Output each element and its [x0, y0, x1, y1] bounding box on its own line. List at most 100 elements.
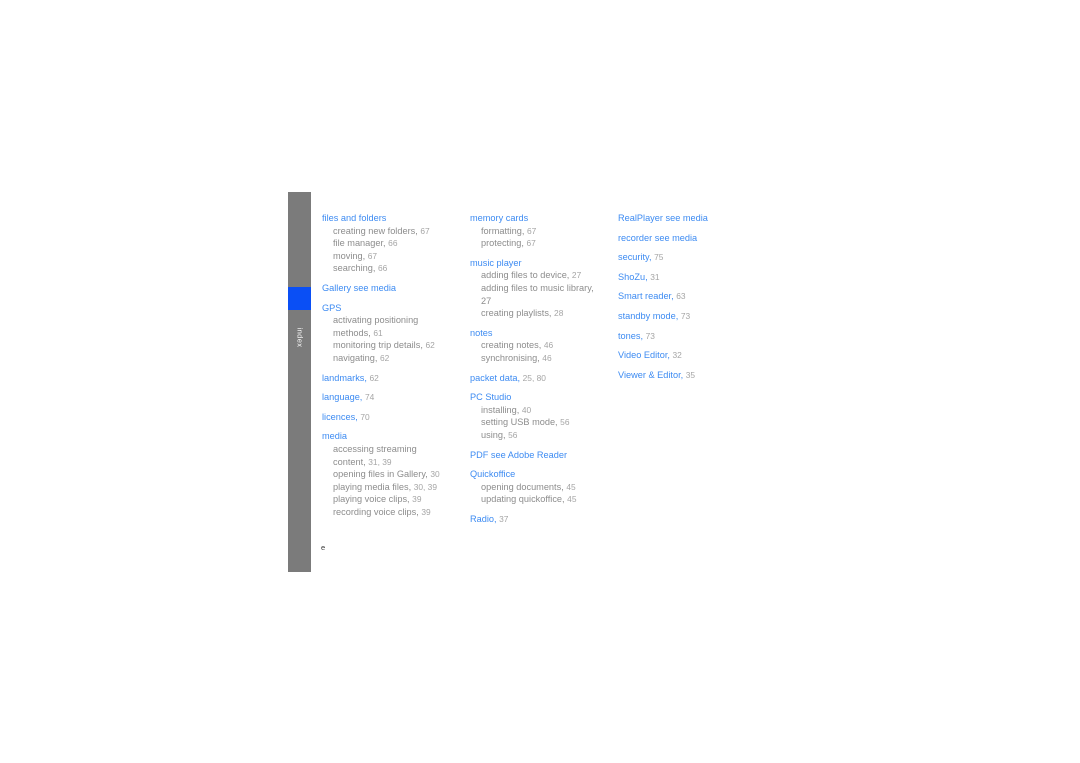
index-subentry[interactable]: 27: [481, 295, 618, 308]
index-entry: Gallery see media: [322, 282, 470, 295]
index-subentry[interactable]: activating positioning: [333, 314, 470, 327]
index-entry-heading[interactable]: GPS: [322, 302, 470, 315]
index-subentry[interactable]: setting USB mode, 56: [481, 416, 618, 429]
index-entry-heading[interactable]: licences, 70: [322, 411, 470, 424]
index-subentry-page: 39: [421, 506, 431, 517]
index-column: files and folders creating new folders, 6…: [322, 212, 470, 532]
index-entry: packet data, 25, 80: [470, 372, 618, 385]
index-entry-title: packet data,: [470, 372, 521, 383]
index-subentry-text: opening files in Gallery,: [333, 469, 428, 480]
index-entry-heading[interactable]: security, 75: [618, 251, 758, 264]
index-entry-title: security,: [618, 252, 652, 263]
index-subentry[interactable]: protecting, 67: [481, 237, 618, 250]
index-entry-heading[interactable]: landmarks, 62: [322, 372, 470, 385]
index-entry-heading[interactable]: music player: [470, 257, 618, 270]
index-entry-page: 73: [680, 310, 691, 321]
index-subentry[interactable]: adding files to device, 27: [481, 269, 618, 282]
index-subentry-text: monitoring trip details,: [333, 340, 423, 351]
index-entry: files and folders creating new folders, 6…: [322, 212, 470, 275]
index-entry-title: Radio,: [470, 513, 497, 524]
index-side-tab: index: [288, 192, 311, 572]
index-subentry-page: 46: [543, 340, 554, 351]
index-subentry[interactable]: opening files in Gallery, 30: [333, 468, 470, 481]
index-subentry[interactable]: moving, 67: [333, 250, 470, 263]
index-entry-page: 75: [654, 252, 664, 263]
index-entry-heading[interactable]: PDF see Adobe Reader: [470, 449, 618, 462]
index-entry-heading[interactable]: Viewer & Editor, 35: [618, 369, 758, 382]
index-entry-heading[interactable]: Smart reader, 63: [618, 290, 758, 303]
index-entry-heading[interactable]: recorder see media: [618, 232, 758, 245]
index-entry-page: 63: [676, 291, 686, 302]
index-entry-page: 73: [645, 330, 655, 341]
index-subentry[interactable]: content, 31, 39: [333, 456, 470, 469]
index-subentry-text: playing media files,: [333, 481, 412, 492]
index-entry-heading[interactable]: Quickoffice: [470, 468, 618, 481]
index-entry-heading[interactable]: memory cards: [470, 212, 618, 225]
index-entry-heading[interactable]: tones, 73: [618, 330, 758, 343]
index-subentry[interactable]: adding files to music library,: [481, 282, 618, 295]
index-entry: PDF see Adobe Reader: [470, 449, 618, 462]
index-subentry[interactable]: methods, 61: [333, 327, 470, 340]
index-subentry[interactable]: installing, 40: [481, 404, 618, 417]
index-entry: security, 75: [618, 251, 758, 264]
index-entry: recorder see media: [618, 232, 758, 245]
index-entry-heading[interactable]: RealPlayer see media: [618, 212, 758, 225]
page-folio: e: [321, 543, 326, 552]
index-subentry-text: methods,: [333, 327, 371, 338]
index-subentry-list: accessing streaming content, 31, 39 openin…: [322, 443, 470, 519]
index-entry-title: recorder see media: [618, 232, 698, 243]
index-entry-heading[interactable]: ShoZu, 31: [618, 271, 758, 284]
index-subentry-text: content,: [333, 456, 366, 467]
index-subentry-text: protecting,: [481, 238, 524, 249]
index-subentry[interactable]: recording voice clips, 39: [333, 506, 470, 519]
index-entry-heading[interactable]: standby mode, 73: [618, 310, 758, 323]
index-subentry[interactable]: opening documents, 45: [481, 481, 618, 494]
index-subentry[interactable]: creating notes, 46: [481, 339, 618, 352]
index-subentry[interactable]: formatting, 67: [481, 225, 618, 238]
index-subentry[interactable]: file manager, 66: [333, 237, 470, 250]
index-subentry-text: moving,: [333, 250, 366, 261]
index-subentry-text: creating new folders,: [333, 225, 418, 236]
index-entry-heading[interactable]: Radio, 37: [470, 513, 618, 526]
index-subentry[interactable]: playing media files, 30, 39: [333, 481, 470, 494]
index-entry-heading[interactable]: media: [322, 430, 470, 443]
index-subentry-text: file manager,: [333, 238, 386, 249]
index-subentry-page: 67: [526, 238, 536, 249]
index-subentry[interactable]: accessing streaming: [333, 443, 470, 456]
index-subentry-page: 40: [521, 404, 532, 415]
index-subentry-page: 67: [526, 225, 537, 236]
index-entry-heading[interactable]: Gallery see media: [322, 282, 470, 295]
index-entry-heading[interactable]: PC Studio: [470, 391, 618, 404]
index-entry-title: standby mode,: [618, 310, 679, 321]
index-subentry[interactable]: using, 56: [481, 429, 618, 442]
index-subentry[interactable]: updating quickoffice, 45: [481, 493, 618, 506]
index-entry-title: memory cards: [470, 213, 529, 223]
index-entry-heading[interactable]: language, 74: [322, 391, 470, 404]
index-subentry[interactable]: searching, 66: [333, 262, 470, 275]
index-entry-heading[interactable]: notes: [470, 327, 618, 340]
index-entry-heading[interactable]: files and folders: [322, 212, 470, 225]
index-subentry[interactable]: creating new folders, 67: [333, 225, 470, 238]
index-subentry-text: creating playlists,: [481, 308, 552, 319]
index-entry: Video Editor, 32: [618, 349, 758, 362]
index-entry-title: media: [322, 431, 348, 442]
index-entry-page: 32: [672, 350, 682, 361]
index-subentry[interactable]: monitoring trip details, 62: [333, 339, 470, 352]
index-subentry-page: 30, 39: [413, 481, 437, 492]
index-entry: standby mode, 73: [618, 310, 758, 323]
index-subentry[interactable]: playing voice clips, 39: [333, 493, 470, 506]
index-subentry-page: 62: [425, 340, 435, 351]
index-subentry-text: accessing streaming: [333, 443, 417, 454]
index-subentry-page: 62: [380, 352, 390, 363]
index-subentry-list: formatting, 67 protecting, 67: [470, 225, 618, 250]
index-entry-heading[interactable]: packet data, 25, 80: [470, 372, 618, 385]
index-subentry-text: using,: [481, 429, 506, 440]
index-subentry-page: 39: [412, 494, 422, 505]
index-subentry-text: setting USB mode,: [481, 417, 558, 428]
index-subentry[interactable]: creating playlists, 28: [481, 307, 618, 320]
index-entry-page: 74: [364, 392, 375, 403]
index-entry-heading[interactable]: Video Editor, 32: [618, 349, 758, 362]
index-subentry[interactable]: navigating, 62: [333, 352, 470, 365]
index-subentry-page: 28: [554, 308, 564, 319]
index-subentry[interactable]: synchronising, 46: [481, 352, 618, 365]
